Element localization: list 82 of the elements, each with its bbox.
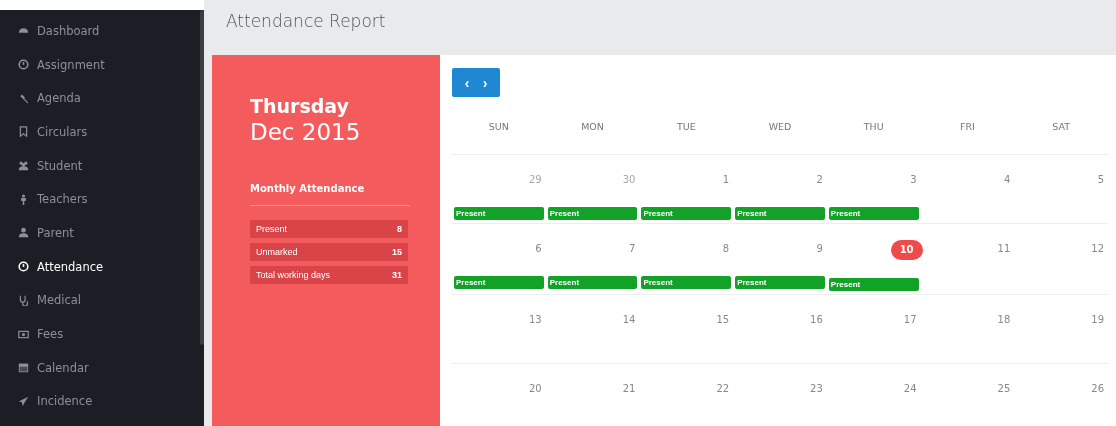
day-number[interactable]: 2 [810,171,829,189]
attendance-event[interactable]: Present [547,276,638,289]
attendance-event[interactable]: Present [454,276,544,289]
attendance-event[interactable]: Present [641,207,732,220]
day-number[interactable]: 6 [529,240,548,258]
nav-button[interactable]: ‹ [458,74,476,91]
day-number[interactable]: 21 [616,380,642,398]
day-number[interactable]: 12 [1085,240,1110,258]
weekday-header: WED [767,121,793,134]
send-icon [18,395,29,407]
sidebar-item[interactable]: Fees [0,317,200,351]
sidebar-item[interactable]: Student [0,148,200,183]
gavel-icon [18,92,29,104]
day-number[interactable]: 23 [804,380,829,398]
calendar-icon [18,362,29,374]
sidebar-item[interactable]: Dashboard [0,14,200,48]
day-number[interactable]: 9 [810,240,829,258]
sidebar-item[interactable]: Assignment [0,47,200,82]
day-number[interactable]: 26 [1085,380,1110,398]
day-number[interactable]: 17 [897,311,923,329]
attendance-event[interactable]: Present [454,207,544,220]
banknote-icon [18,328,29,340]
nav-button[interactable]: › [476,74,494,91]
weekday-header: SUN [487,121,510,134]
stat-value: 8 [397,224,402,234]
sidebar-item[interactable]: Incidence [0,384,200,419]
day-number[interactable]: 25 [991,380,1017,398]
day-number[interactable]: 5 [1091,171,1110,189]
day-number[interactable]: 1 [716,171,736,189]
stat-label: Present [256,224,288,234]
day-number[interactable]: 30 [616,171,642,189]
sidebar-item[interactable]: Attendance [0,249,200,284]
weekday-header: TUE [675,121,697,134]
day-number[interactable]: 16 [804,311,829,329]
bookmark-icon [18,126,29,138]
users-icon [18,160,29,172]
scrollbar[interactable] [200,10,204,345]
day-number[interactable]: 13 [522,311,548,329]
today-marker[interactable]: 10 [890,240,923,260]
power-icon [18,59,29,71]
day-number[interactable]: 24 [897,380,923,398]
sidebar-item[interactable]: Medical [0,283,200,318]
day-number[interactable]: 14 [616,311,642,329]
stat-value: 15 [392,247,402,257]
stat-label: Unmarked [256,247,298,257]
day-number[interactable]: 15 [710,311,736,329]
power-icon [18,261,29,273]
stethoscope-icon [18,294,29,306]
page-title: Attendance Report [226,11,386,31]
sidebar-item[interactable]: Agenda [0,81,200,116]
weekday-header: SAT [1051,121,1072,134]
weekday-header: THU [862,121,885,134]
stat-value: 31 [392,270,402,280]
day-number[interactable]: 7 [623,240,642,258]
attendance-event[interactable]: Present [828,207,919,220]
day-number[interactable]: 3 [904,171,923,189]
weekday-header: FRI [959,121,976,134]
day-number[interactable]: 20 [522,380,548,398]
section-heading: Monthly Attendance [250,183,366,194]
day-number[interactable]: 18 [991,311,1017,329]
day-number[interactable]: 19 [1085,311,1110,329]
weekday-header: MON [580,121,605,134]
day-number[interactable]: 22 [710,380,736,398]
day-number[interactable]: 29 [522,171,548,189]
day-number[interactable]: 4 [997,171,1017,189]
nav-button-group[interactable]: ‹ › [452,68,500,97]
attendance-event[interactable]: Present [828,278,919,291]
user-icon [18,227,29,239]
sidebar-item[interactable]: Calendar [0,350,200,385]
sidebar-item[interactable]: Circulars [0,115,200,149]
person-icon [18,193,29,205]
attendance-event[interactable]: Present [735,207,825,220]
attendance-event[interactable]: Present [641,276,732,289]
sidebar-item[interactable]: Parent [0,216,200,250]
attendance-event[interactable]: Present [547,207,638,220]
day-number[interactable]: 8 [716,240,736,258]
day-number[interactable]: 11 [991,240,1017,258]
month-label: Dec 2015 [250,119,362,145]
sidebar-item[interactable]: Teachers [0,182,200,217]
weekday-label: Thursday [250,95,350,117]
stat-label: Total working days [256,270,331,280]
attendance-event[interactable]: Present [735,276,825,289]
